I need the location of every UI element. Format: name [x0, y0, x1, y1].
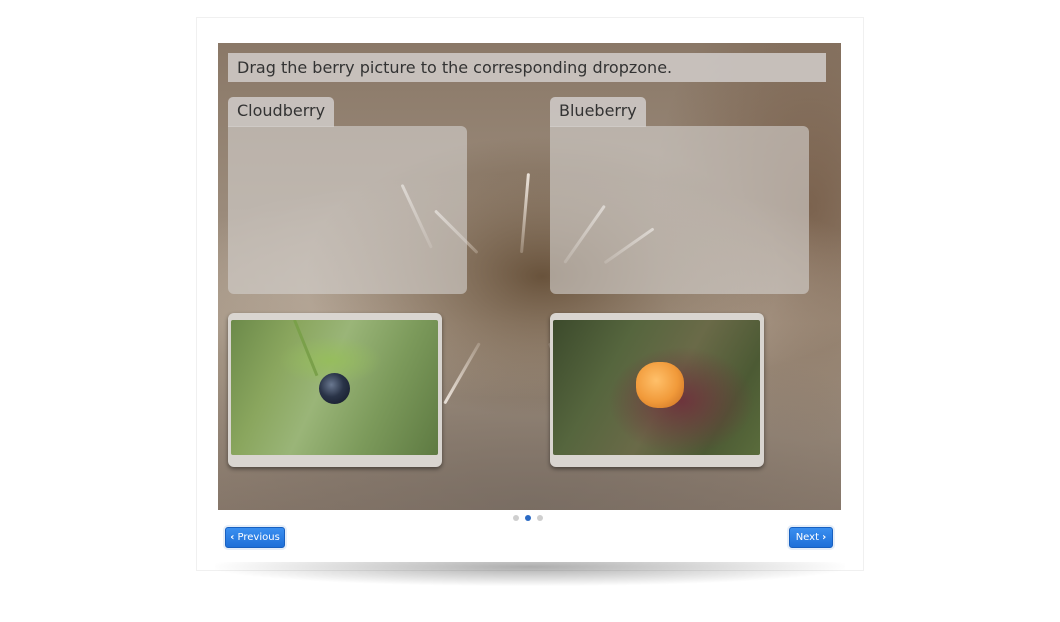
next-button-label: Next	[795, 532, 819, 543]
card-shadow	[215, 562, 845, 586]
chevron-left-icon: ‹	[230, 532, 235, 543]
cloudberry-image	[553, 320, 760, 455]
page-dot-3[interactable]	[537, 515, 543, 521]
dropzone-label-blueberry: Blueberry	[550, 97, 646, 127]
drag-drop-stage: Drag the berry picture to the correspond…	[218, 43, 841, 510]
pagination-dots	[513, 515, 543, 521]
chevron-right-icon: ›	[822, 532, 827, 543]
background-spike	[443, 342, 481, 405]
background-spike	[520, 173, 530, 254]
task-instruction: Drag the berry picture to the correspond…	[228, 53, 826, 82]
next-button[interactable]: Next ›	[789, 527, 833, 548]
draggable-cloudberry-picture[interactable]	[550, 313, 764, 467]
dropzone-cloudberry[interactable]	[228, 126, 467, 294]
blueberry-stem	[293, 320, 319, 377]
page-dot-2-active[interactable]	[525, 515, 531, 521]
cloudberry-fruit	[636, 362, 684, 408]
blueberry-fruit	[319, 373, 350, 404]
blueberry-image	[231, 320, 438, 455]
page-dot-1[interactable]	[513, 515, 519, 521]
dropzone-blueberry[interactable]	[550, 126, 809, 294]
previous-button[interactable]: ‹ Previous	[225, 527, 285, 548]
draggable-blueberry-picture[interactable]	[228, 313, 442, 467]
dropzone-label-cloudberry: Cloudberry	[228, 97, 335, 127]
previous-button-label: Previous	[237, 532, 280, 543]
